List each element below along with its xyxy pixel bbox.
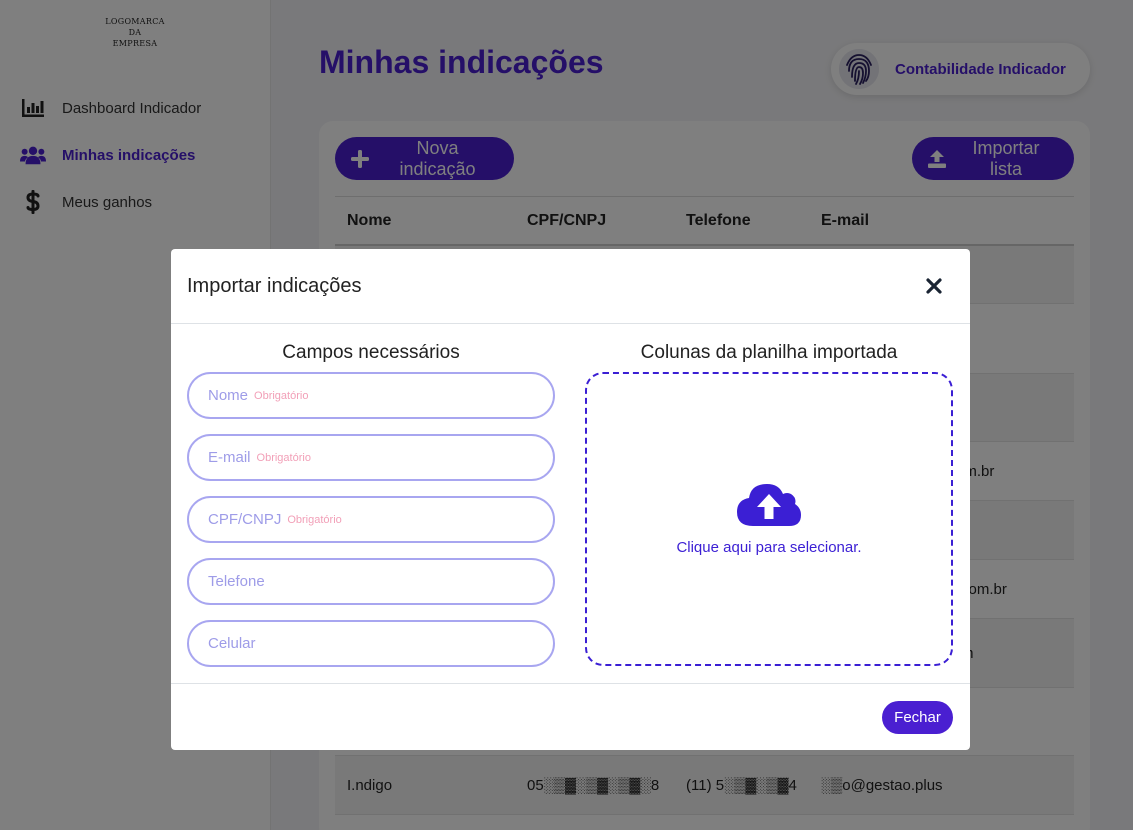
close-icon[interactable]: [919, 271, 949, 301]
cloud-upload-icon: [737, 482, 801, 531]
required-badge: Obrigatório: [254, 389, 309, 402]
import-modal: Importar indicações Campos necessários C…: [171, 249, 970, 750]
file-dropzone[interactable]: Clique aqui para selecionar.: [585, 372, 953, 666]
spreadsheet-columns-title: Colunas da planilha importada: [640, 342, 898, 363]
telefone-field[interactable]: Telefone: [187, 558, 555, 605]
required-badge: Obrigatório: [287, 513, 342, 526]
modal-body: Campos necessários Colunas da planilha i…: [171, 325, 970, 684]
celular-field[interactable]: Celular: [187, 620, 555, 667]
upload-hint: Clique aqui para selecionar.: [676, 539, 862, 556]
field-placeholder: Celular: [208, 635, 256, 652]
field-placeholder: CPF/CNPJ: [208, 511, 282, 528]
field-placeholder: Nome: [208, 387, 249, 404]
required-fields-title: Campos necessários: [282, 342, 460, 363]
field-placeholder: E-mail: [208, 449, 251, 466]
field-placeholder: Telefone: [208, 573, 265, 590]
email-field[interactable]: E-mail Obrigatório: [187, 434, 555, 481]
cpf-cnpj-field[interactable]: CPF/CNPJ Obrigatório: [187, 496, 555, 543]
modal-header: Importar indicações: [171, 249, 970, 324]
modal-title: Importar indicações: [187, 275, 362, 297]
modal-footer: Fechar: [171, 683, 970, 750]
close-button[interactable]: Fechar: [882, 701, 953, 734]
required-badge: Obrigatório: [256, 451, 311, 464]
nome-field[interactable]: Nome Obrigatório: [187, 372, 555, 419]
